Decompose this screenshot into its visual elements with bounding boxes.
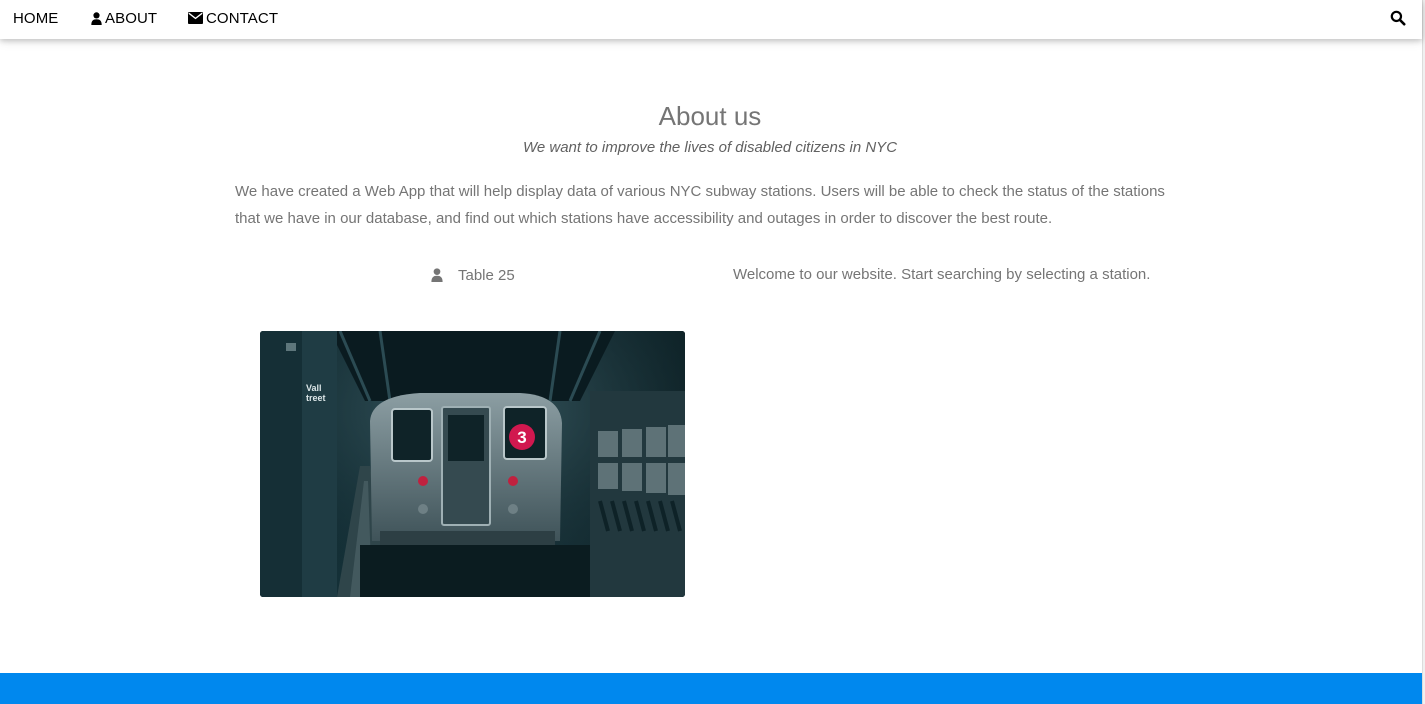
about-section: About us We want to improve the lives of… [235,100,1185,232]
search-button[interactable] [1390,10,1406,26]
about-description: We have created a Web App that will help… [235,183,1165,227]
footer-bar [0,673,1422,704]
user-icon [91,11,102,25]
search-icon [1390,10,1406,26]
welcome-message: Welcome to our website. Start searching … [733,266,1151,283]
nav-home-link[interactable]: HOME [13,0,58,36]
svg-text:Vall: Vall [306,383,322,393]
about-title: About us [658,101,762,131]
nav-contact-label: CONTACT [206,9,279,27]
subway-train-photo: Vall treet 3 [260,331,685,597]
team-info: Table 25 [431,265,515,285]
top-navigation-bar: HOME ABOUT CONTACT [0,0,1422,39]
team-label: Table 25 [458,266,515,284]
about-tagline: We want to improve the lives of disabled… [522,139,898,156]
svg-text:treet: treet [306,393,326,403]
nav-about-label: ABOUT [105,9,158,27]
envelope-icon [188,12,203,24]
svg-text:3: 3 [517,428,526,447]
nav-contact-link[interactable]: CONTACT [188,0,278,36]
nav-home-label: HOME [13,9,59,27]
nav-about-link[interactable]: ABOUT [91,0,157,36]
user-icon [431,268,443,282]
